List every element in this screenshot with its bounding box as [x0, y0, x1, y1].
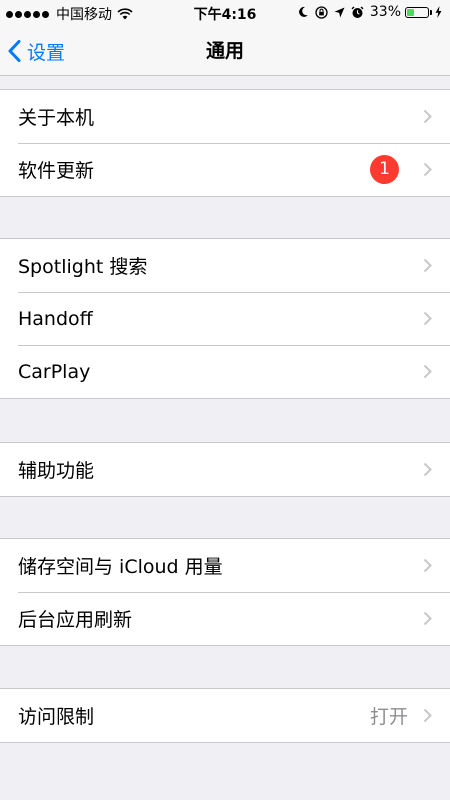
chevron-right-icon — [423, 708, 432, 723]
status-right: 33% — [292, 4, 442, 20]
settings-general-screen: 中国移动 下午4:16 33% 设置 通用 关于本机 软件更新 1 Spotli… — [0, 0, 450, 800]
row-label: 储存空间与 iCloud 用量 — [18, 556, 223, 578]
row-label: 软件更新 — [18, 160, 95, 182]
row-software-update[interactable]: 软件更新 1 — [0, 143, 450, 196]
battery-tip — [430, 9, 432, 15]
chevron-left-icon — [8, 40, 21, 62]
row-spotlight-search[interactable]: Spotlight 搜索 — [0, 239, 450, 292]
settings-group-accessibility: 辅助功能 — [0, 442, 450, 497]
back-button-label: 设置 — [27, 41, 66, 64]
chevron-right-icon — [423, 611, 432, 626]
back-button[interactable]: 设置 — [8, 26, 65, 76]
row-label: 关于本机 — [18, 107, 95, 129]
row-storage-icloud[interactable]: 储存空间与 iCloud 用量 — [0, 539, 450, 592]
row-handoff[interactable]: Handoff — [0, 292, 450, 345]
settings-group-storage: 储存空间与 iCloud 用量 后台应用刷新 — [0, 538, 450, 646]
chevron-right-icon — [423, 364, 432, 379]
status-bar: 中国移动 下午4:16 33% — [0, 0, 450, 26]
notification-badge: 1 — [370, 155, 399, 184]
chevron-right-icon — [423, 258, 432, 273]
row-about[interactable]: 关于本机 — [0, 90, 450, 143]
row-label: Spotlight 搜索 — [18, 256, 148, 278]
row-label: 辅助功能 — [18, 460, 95, 482]
chevron-right-icon — [423, 162, 432, 177]
wifi-icon — [117, 8, 133, 20]
carrier-name: 中国移动 — [56, 7, 112, 23]
battery-icon — [405, 6, 429, 18]
settings-group-continuity: Spotlight 搜索 Handoff CarPlay — [0, 238, 450, 399]
chevron-right-icon — [423, 109, 432, 124]
orientation-lock-icon — [315, 5, 328, 19]
battery-percent: 33% — [369, 4, 401, 20]
chevron-right-icon — [423, 462, 432, 477]
chevron-right-icon — [423, 558, 432, 573]
row-background-refresh[interactable]: 后台应用刷新 — [0, 592, 450, 645]
row-label: 访问限制 — [18, 706, 95, 728]
row-value: 打开 — [369, 706, 408, 728]
row-label: 后台应用刷新 — [18, 609, 133, 631]
settings-group-about: 关于本机 软件更新 1 — [0, 89, 450, 197]
status-left: 中国移动 — [6, 4, 133, 24]
battery-fill — [407, 8, 414, 16]
row-label: CarPlay — [18, 360, 91, 383]
row-carplay[interactable]: CarPlay — [0, 345, 450, 398]
signal-dots-icon — [6, 10, 51, 18]
alarm-icon — [351, 5, 364, 18]
settings-group-restrictions: 访问限制 打开 — [0, 688, 450, 743]
charging-bolt-icon — [435, 6, 442, 18]
moon-icon — [298, 6, 308, 17]
chevron-right-icon — [423, 311, 432, 326]
location-arrow-icon — [334, 7, 345, 17]
row-label: Handoff — [18, 307, 93, 330]
navigation-bar: 设置 通用 — [0, 26, 450, 76]
row-restrictions[interactable]: 访问限制 打开 — [0, 689, 450, 742]
page-title: 通用 — [205, 40, 244, 62]
row-accessibility[interactable]: 辅助功能 — [0, 443, 450, 496]
